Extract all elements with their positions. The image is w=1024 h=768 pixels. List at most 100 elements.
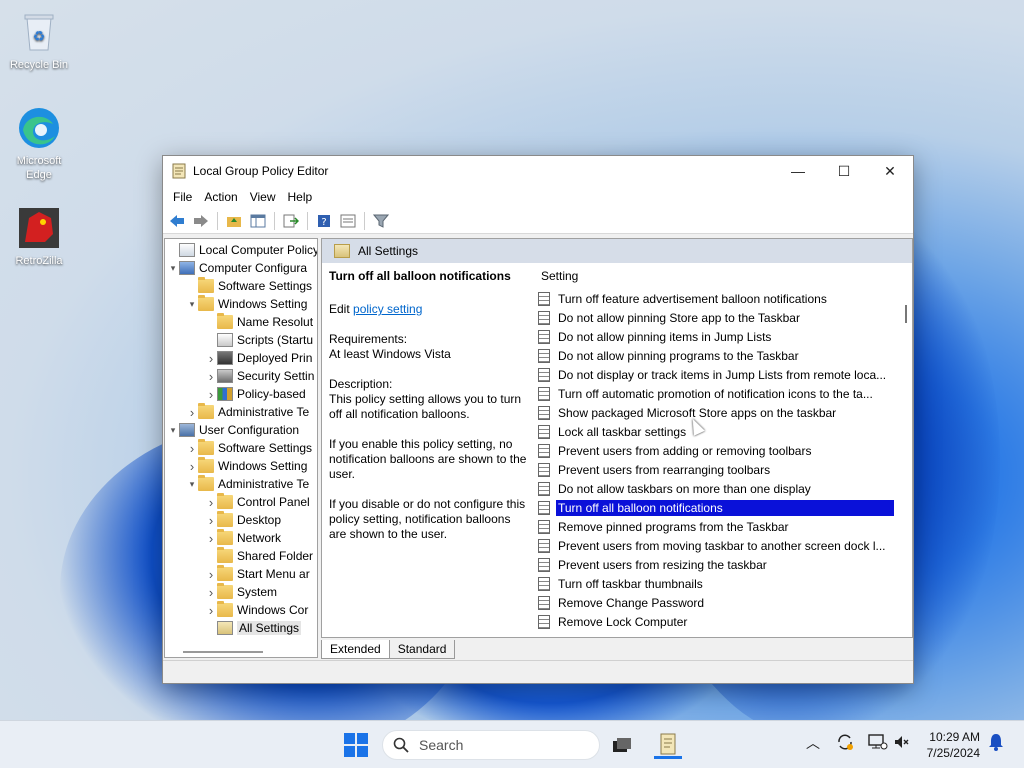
desktop-icon-recycle-bin[interactable]: ♻ Recycle Bin <box>4 8 74 72</box>
chevron-down-icon[interactable]: ▾ <box>186 479 198 490</box>
export-list-button[interactable] <box>280 211 302 231</box>
setting-label: Prevent users from rearranging toolbars <box>558 462 771 477</box>
back-button[interactable] <box>166 211 188 231</box>
chevron-right-icon[interactable]: › <box>186 441 198 456</box>
chevron-right-icon[interactable]: › <box>205 351 217 366</box>
setting-row[interactable]: Turn off all balloon notifications <box>538 498 900 517</box>
setting-row[interactable]: Do not display or track items in Jump Li… <box>538 365 900 384</box>
setting-row[interactable]: Show packaged Microsoft Store apps on th… <box>538 403 900 422</box>
tree-item[interactable]: All Settings <box>205 619 302 637</box>
maximize-button[interactable]: ☐ <box>821 156 867 186</box>
taskbar-clock[interactable]: 10:29 AM 7/25/2024 <box>927 729 980 761</box>
setting-row[interactable]: Do not allow pinning programs to the Tas… <box>538 346 900 365</box>
folder-icon <box>198 439 214 455</box>
show-hidden-icons-button[interactable]: ︿ <box>806 733 820 753</box>
chevron-down-icon[interactable]: ▾ <box>167 425 179 436</box>
tab-extended[interactable]: Extended <box>321 640 390 659</box>
tree-item[interactable]: › Windows Cor <box>205 601 308 619</box>
setting-row[interactable]: Remove Lock Computer <box>538 612 900 629</box>
taskbar-app-group-policy[interactable] <box>654 731 682 759</box>
tree-item[interactable]: › Policy-based <box>205 385 306 403</box>
tree-item[interactable]: Software Settings <box>186 277 312 295</box>
chevron-right-icon[interactable]: › <box>186 405 198 420</box>
tree-item[interactable]: › Control Panel <box>205 493 310 511</box>
show-hide-tree-button[interactable] <box>247 211 269 231</box>
chevron-down-icon[interactable]: ▾ <box>167 263 179 274</box>
tree-item[interactable]: ▾ Administrative Te <box>186 475 309 493</box>
scrollbar-thumb[interactable] <box>905 305 907 323</box>
tree-item[interactable]: › Windows Setting <box>186 457 307 475</box>
chevron-right-icon[interactable]: › <box>205 603 217 618</box>
tree-item[interactable]: › System <box>205 583 277 601</box>
menu-file[interactable]: File <box>167 190 198 204</box>
tree-item[interactable]: ▾ User Configuration <box>167 421 299 439</box>
setting-row[interactable]: Remove pinned programs from the Taskbar <box>538 517 900 536</box>
group-policy-app-icon <box>172 163 186 179</box>
help-button[interactable]: ? <box>313 211 335 231</box>
chevron-right-icon[interactable]: › <box>205 369 217 384</box>
tree-item[interactable]: › Software Settings <box>186 439 312 457</box>
tree-item[interactable]: › Administrative Te <box>186 403 309 421</box>
requirements-block: Requirements: At least Windows Vista <box>329 332 529 362</box>
setting-row[interactable]: Do not allow pinning Store app to the Ta… <box>538 308 900 327</box>
chevron-down-icon[interactable]: ▾ <box>186 299 198 310</box>
tree-item[interactable]: Name Resolut <box>205 313 313 331</box>
tree-item[interactable]: Shared Folder <box>205 547 313 565</box>
menu-action[interactable]: Action <box>198 190 243 204</box>
settings-scrollbar[interactable] <box>905 279 908 619</box>
tree-item[interactable]: › Desktop <box>205 511 281 529</box>
chevron-right-icon[interactable]: › <box>205 513 217 528</box>
desktop-icon-retrozilla[interactable]: RetroZilla <box>4 204 74 268</box>
menu-view[interactable]: View <box>244 190 282 204</box>
tree-item[interactable]: ▾ Windows Setting <box>186 295 307 313</box>
tree-item[interactable]: Scripts (Startu <box>205 331 313 349</box>
update-tray-icon[interactable] <box>836 733 854 754</box>
setting-row[interactable]: Prevent users from resizing the taskbar <box>538 555 900 574</box>
setting-row[interactable]: Prevent users from adding or removing to… <box>538 441 900 460</box>
setting-row[interactable]: Do not allow taskbars on more than one d… <box>538 479 900 498</box>
properties-button[interactable] <box>337 211 359 231</box>
tree-item[interactable]: ▾ Computer Configura <box>167 259 307 277</box>
setting-column-header[interactable]: Setting <box>541 269 578 283</box>
menu-help[interactable]: Help <box>282 190 319 204</box>
setting-row[interactable]: Turn off feature advertisement balloon n… <box>538 289 900 308</box>
folder-icon <box>217 529 233 545</box>
setting-row[interactable]: Do not allow pinning items in Jump Lists <box>538 327 900 346</box>
tree-item[interactable]: › Network <box>205 529 281 547</box>
close-button[interactable]: ✕ <box>867 156 913 186</box>
volume-tray-icon[interactable] <box>893 733 911 754</box>
chevron-right-icon[interactable]: › <box>205 531 217 546</box>
chevron-right-icon[interactable]: › <box>205 387 217 402</box>
chevron-right-icon[interactable]: › <box>205 585 217 600</box>
notifications-button[interactable] <box>988 733 1004 754</box>
export-icon <box>283 214 299 227</box>
tree-hscroll-thumb[interactable] <box>183 651 263 653</box>
setting-row[interactable]: Prevent users from moving taskbar to ano… <box>538 536 900 555</box>
up-one-level-button[interactable] <box>223 211 245 231</box>
chevron-right-icon[interactable]: › <box>205 495 217 510</box>
filter-button[interactable] <box>370 211 392 231</box>
desktop-icon-edge[interactable]: Microsoft Edge <box>4 104 74 182</box>
tab-standard[interactable]: Standard <box>389 640 456 659</box>
network-tray-icon[interactable] <box>868 733 888 754</box>
setting-row[interactable]: Turn off taskbar thumbnails <box>538 574 900 593</box>
setting-row[interactable]: Prevent users from rearranging toolbars <box>538 460 900 479</box>
forward-button[interactable] <box>190 211 212 231</box>
setting-row[interactable]: Remove Change Password <box>538 593 900 612</box>
tree-item[interactable]: Local Computer Policy <box>167 241 317 259</box>
help-icon: ? <box>318 214 330 228</box>
start-button[interactable] <box>344 733 368 757</box>
title-bar[interactable]: Local Group Policy Editor — ☐ ✕ <box>163 156 913 186</box>
setting-row[interactable]: Lock all taskbar settings <box>538 422 900 441</box>
taskbar-search[interactable]: Search <box>382 730 600 760</box>
policy-setting-link[interactable]: policy setting <box>353 302 422 316</box>
tree-item[interactable]: › Start Menu ar <box>205 565 310 583</box>
task-view-button[interactable] <box>608 731 636 759</box>
tree-item[interactable]: › Security Settin <box>205 367 315 385</box>
minimize-button[interactable]: — <box>775 156 821 186</box>
tree-item[interactable]: › Deployed Prin <box>205 349 313 367</box>
chevron-right-icon[interactable]: › <box>205 567 217 582</box>
chevron-right-icon[interactable]: › <box>186 459 198 474</box>
setting-label: Do not allow pinning programs to the Tas… <box>558 348 799 363</box>
setting-row[interactable]: Turn off automatic promotion of notifica… <box>538 384 900 403</box>
